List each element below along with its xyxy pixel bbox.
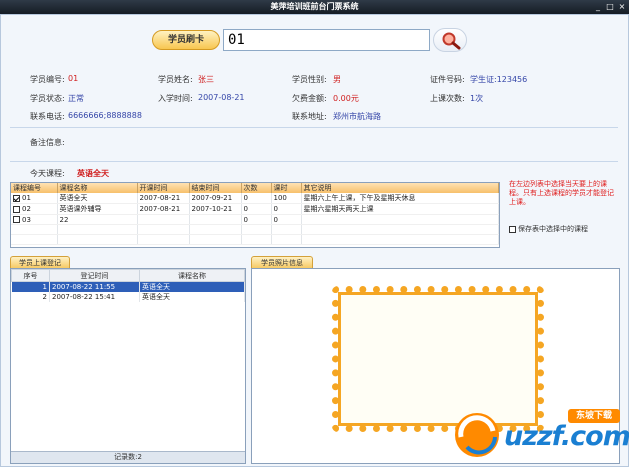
record-count-label: 记录数:2 xyxy=(114,453,142,461)
reg-no: 1 xyxy=(11,281,50,292)
table-row[interactable]: 03 22 0 0 xyxy=(11,214,499,225)
minimize-button[interactable]: _ xyxy=(593,2,603,12)
course-checkbox[interactable] xyxy=(13,194,20,202)
watermark-badge: 东坡下载 xyxy=(568,409,620,423)
status-label: 学员状态: xyxy=(30,94,65,103)
course-start: 2007-08-21 xyxy=(137,203,190,215)
table-row[interactable]: 01 英语全天 2007-08-21 2007-09-21 0 100 星期六上… xyxy=(11,193,499,204)
course-hours: 0 xyxy=(271,214,302,225)
reg-time: 2007-08-22 11:55 xyxy=(49,281,140,292)
reg-course: 英语全天 xyxy=(139,281,245,292)
student-id-label: 学员编号: xyxy=(30,75,65,84)
col-header[interactable]: 次数 xyxy=(241,183,272,193)
divider xyxy=(10,161,618,162)
save-selection-checkbox[interactable] xyxy=(509,225,516,233)
addr-label: 联系地址: xyxy=(292,112,327,121)
card-number-input[interactable]: 01 xyxy=(223,29,430,51)
course-end xyxy=(189,214,242,225)
count-value: 1次 xyxy=(470,94,484,103)
course-checkbox[interactable] xyxy=(13,205,20,213)
col-header[interactable]: 开课时间 xyxy=(137,183,190,193)
course-end: 2007-10-21 xyxy=(189,203,242,215)
col-header[interactable]: 课程名称 xyxy=(57,183,138,193)
count-label: 上课次数: xyxy=(430,94,465,103)
col-header[interactable]: 结束时间 xyxy=(189,183,242,193)
owe-label: 欠费金额: xyxy=(292,94,327,103)
course-name: 英语课外辅导 xyxy=(57,203,138,215)
course-hint: 在左边列表中选择当天要上的课程。只有上选课程的学员才能登记上课。 xyxy=(509,180,614,206)
course-id: 01 xyxy=(22,194,31,202)
course-note xyxy=(301,214,499,225)
today-course-value: 英语全天 xyxy=(77,169,109,178)
reg-time: 2007-08-22 15:41 xyxy=(49,292,140,302)
table-row[interactable]: 1 2007-08-22 11:55 英语全天 xyxy=(11,281,245,292)
name-value: 张三 xyxy=(198,75,214,84)
course-name: 英语全天 xyxy=(57,193,138,204)
course-hours: 100 xyxy=(271,193,302,204)
course-id: 03 xyxy=(22,215,31,224)
phone-label: 联系电话: xyxy=(30,112,65,121)
maximize-button[interactable]: □ xyxy=(605,2,615,12)
enroll-value: 2007-08-21 xyxy=(198,93,245,102)
table-row[interactable]: 02 英语课外辅导 2007-08-21 2007-10-21 0 0 星期六星… xyxy=(11,203,499,215)
course-hours: 0 xyxy=(271,203,302,215)
col-header[interactable]: 序号 xyxy=(11,269,50,282)
table-row[interactable]: 2 2007-08-22 15:41 英语全天 xyxy=(11,292,245,302)
status-value: 正常 xyxy=(68,94,84,103)
remark-label: 备注信息: xyxy=(30,138,65,147)
course-name: 22 xyxy=(57,214,138,225)
col-header[interactable]: 课程编号 xyxy=(11,183,58,193)
swipe-card-button[interactable]: 学员刷卡 xyxy=(152,30,220,50)
col-header[interactable]: 其它说明 xyxy=(301,183,499,193)
course-times: 0 xyxy=(241,203,272,215)
close-button[interactable]: × xyxy=(617,2,627,12)
col-header[interactable]: 课时 xyxy=(271,183,302,193)
search-icon xyxy=(442,32,461,50)
course-note: 星期六星期天两天上课 xyxy=(301,203,499,215)
cert-label: 证件号码: xyxy=(430,75,465,84)
reg-course: 英语全天 xyxy=(139,292,245,302)
course-id: 02 xyxy=(22,205,31,213)
name-label: 学员姓名: xyxy=(158,75,193,84)
window-title: 美萍培训班前台门票系统 xyxy=(270,2,359,11)
cert-value: 学生证:123456 xyxy=(470,75,528,84)
registration-panel: 序号 登记时间 课程名称 1 2007-08-22 11:55 英语全天 2 2… xyxy=(10,268,246,464)
course-note: 星期六上午上课，下午及星期天休息 xyxy=(301,193,499,204)
title-bar: 美萍培训班前台门票系统 _ □ × xyxy=(0,0,629,14)
phone-value: 6666666;8888888 xyxy=(68,111,142,120)
today-course-label: 今天课程: xyxy=(30,169,65,178)
search-button[interactable] xyxy=(433,28,467,52)
reg-no: 2 xyxy=(11,292,50,302)
owe-value: 0.00元 xyxy=(333,94,359,103)
enroll-label: 入学时间: xyxy=(158,94,193,103)
student-photo xyxy=(338,292,538,426)
save-selection-label: 保存表中选择中的课程 xyxy=(518,225,588,233)
course-checkbox[interactable] xyxy=(13,216,20,223)
addr-value: 郑州市航海路 xyxy=(333,112,381,121)
gender-value: 男 xyxy=(333,75,341,84)
course-times: 0 xyxy=(241,193,272,204)
student-id-value: 01 xyxy=(68,74,79,83)
record-count: 记录数:2 xyxy=(11,451,245,463)
course-end: 2007-09-21 xyxy=(189,193,242,204)
divider xyxy=(10,127,618,128)
course-start xyxy=(137,214,190,225)
col-header[interactable]: 登记时间 xyxy=(49,269,140,282)
col-header[interactable]: 课程名称 xyxy=(139,269,245,282)
watermark-text: uzzf.com xyxy=(504,421,629,452)
gender-label: 学员性别: xyxy=(292,75,327,84)
course-table: 课程编号 课程名称 开课时间 结束时间 次数 课时 其它说明 01 英语全天 2… xyxy=(10,182,500,248)
save-selection-option[interactable]: 保存表中选择中的课程 xyxy=(509,224,588,234)
course-times: 0 xyxy=(241,214,272,225)
course-start: 2007-08-21 xyxy=(137,193,190,204)
